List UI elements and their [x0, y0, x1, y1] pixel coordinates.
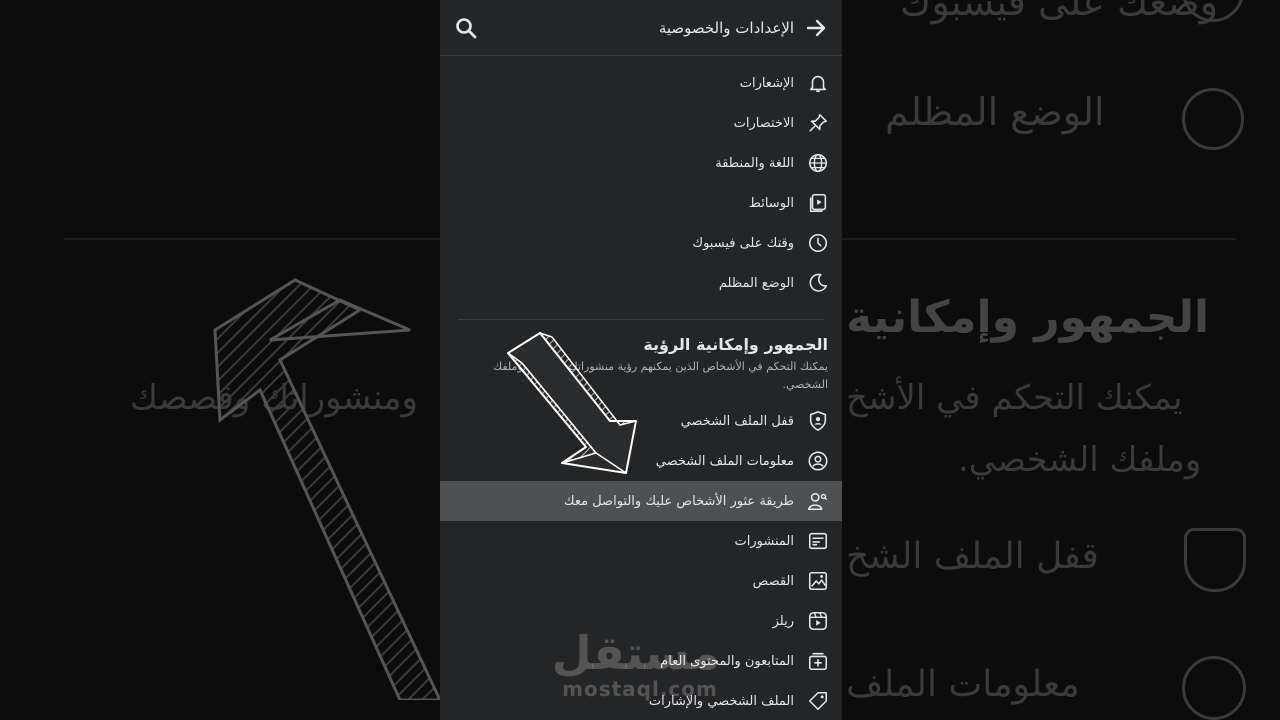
menu-item-media[interactable]: الوسائط [440, 183, 842, 223]
menu-item-notifications[interactable]: الإشعارات [440, 63, 842, 103]
bg-arrow-graphic [213, 278, 440, 700]
menu-item-posts[interactable]: المنشورات [440, 521, 842, 561]
bg-top-text: وضعك على فيسبوك [900, 0, 1219, 24]
bg-moon-icon [1182, 88, 1244, 150]
menu-item-label: المنشورات [734, 533, 794, 549]
divider [458, 319, 824, 320]
bg-desc-line1: يمكنك التحكم في الأشخ [846, 378, 1183, 418]
menu-item-label: الإشعارات [739, 75, 794, 91]
posts-icon [804, 527, 832, 555]
media-icon [804, 189, 832, 217]
menu-item-language[interactable]: اللغة والمنطقة [440, 143, 842, 183]
arrow-right-icon [806, 19, 826, 36]
menu-item-label: اللغة والمنطقة [715, 155, 794, 171]
bg-lock-label: قفل الملف الشخ [846, 536, 1099, 577]
bg-dark-mode-label: الوضع المظلم [885, 90, 1105, 134]
bg-info-label: معلومات الملف [846, 664, 1080, 705]
search-icon [456, 17, 477, 38]
menu-item-label: معلومات الملف الشخصي [655, 453, 794, 469]
menu-item-label: الوضع المظلم [718, 275, 794, 291]
menu-item-label: وقتك على فيسبوك [692, 235, 794, 251]
stories-icon [804, 567, 832, 595]
menu-item-label: ريلز [772, 613, 794, 629]
moon-icon [804, 269, 832, 297]
menu-preferences: الإشعارات الاختصارات اللغة والمنطقة الوس… [440, 56, 842, 303]
menu-item-your-time[interactable]: وقتك على فيسبوك [440, 223, 842, 263]
menu-item-label: طريقة عثور الأشخاص عليك والتواصل معك [563, 493, 794, 509]
back-button[interactable] [800, 12, 832, 44]
menu-item-shortcuts[interactable]: الاختصارات [440, 103, 842, 143]
menu-item-label: الاختصارات [733, 115, 794, 131]
watermark-arabic: مستقل [551, 626, 720, 680]
bg-divider-left [64, 238, 440, 240]
pin-icon [804, 109, 832, 137]
followers-icon [804, 647, 832, 675]
search-button[interactable] [450, 12, 482, 44]
menu-item-label: قفل الملف الشخصي [680, 413, 794, 429]
watermark-logo: مستقل mostaql.com [551, 626, 720, 708]
bg-section-title: الجمهور وإمكانية [846, 292, 1210, 343]
tag-icon [804, 687, 832, 715]
menu-item-label: الوسائط [748, 195, 794, 211]
globe-icon [804, 149, 832, 177]
menu-item-find-contact[interactable]: طريقة عثور الأشخاص عليك والتواصل معك [440, 481, 842, 521]
bg-shield-icon [1184, 528, 1246, 592]
menu-item-label: القصص [752, 573, 794, 589]
user-circle-icon [804, 447, 832, 475]
shield-user-icon [804, 407, 832, 435]
clock-icon [804, 229, 832, 257]
bg-user-circle-icon [1182, 656, 1246, 720]
user-search-icon [804, 487, 832, 515]
annotation-arrow-graphic [507, 332, 637, 474]
bell-icon [804, 69, 832, 97]
reels-icon [804, 607, 832, 635]
page-title: الإعدادات والخصوصية [658, 18, 794, 37]
header-bar: الإعدادات والخصوصية [440, 0, 842, 56]
watermark-latin: mostaql.com [562, 677, 718, 701]
bg-desc-line3: وملفك الشخصي. [958, 440, 1202, 480]
menu-item-stories[interactable]: القصص [440, 561, 842, 601]
bg-divider-right [842, 238, 1236, 240]
menu-item-dark-mode[interactable]: الوضع المظلم [440, 263, 842, 303]
